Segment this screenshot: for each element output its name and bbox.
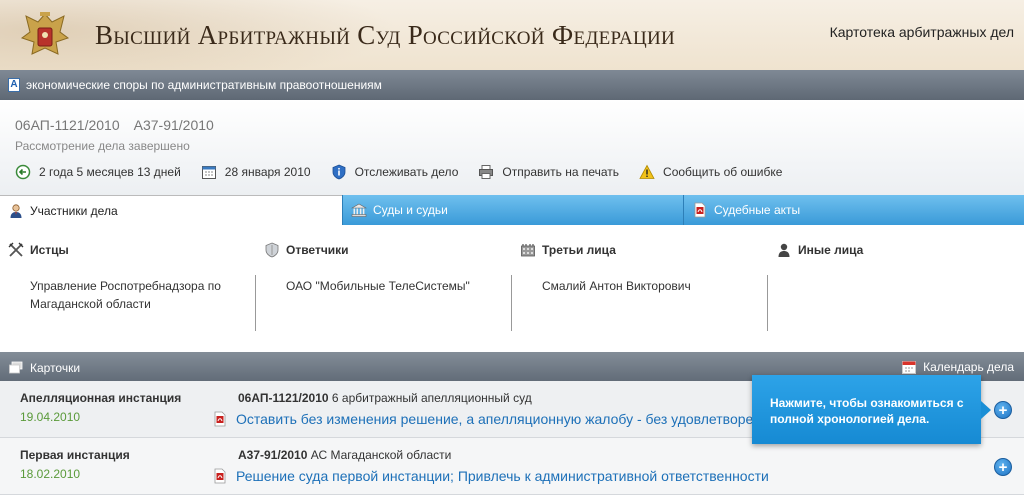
cards-title-text: Карточки xyxy=(30,361,81,375)
report-error-label: Сообщить об ошибке xyxy=(663,165,783,179)
case-tabs: Участники дела Суды и судьи Судебные акт… xyxy=(0,195,1024,225)
instance-date: 19.04.2010 xyxy=(20,410,81,424)
instance-card-first[interactable]: Первая инстанция 18.02.2010 А37-91/2010 … xyxy=(0,438,1024,495)
case-numbers: 06АП-1121/2010 А37-91/2010 xyxy=(15,117,214,133)
cards-title: Карточки xyxy=(8,360,80,376)
third-party-item[interactable]: Смалий Антон Викторович xyxy=(542,277,742,295)
tab-judicial-acts[interactable]: Судебные акты xyxy=(683,195,1024,225)
shield-icon xyxy=(264,242,280,258)
pdf-icon xyxy=(692,202,708,218)
pdf-icon xyxy=(212,411,228,427)
participants-other: Иные лица xyxy=(768,225,1024,352)
printer-icon xyxy=(478,164,494,180)
third-parties-heading-text: Третьи лица xyxy=(542,243,616,257)
print-label: Отправить на печать xyxy=(502,165,620,179)
chronology-tooltip: Нажмите, чтобы ознакомиться с полной хро… xyxy=(752,375,991,444)
building-icon xyxy=(520,242,536,258)
plaintiffs-heading-text: Истцы xyxy=(30,243,69,257)
expand-chronology-button[interactable]: + xyxy=(994,458,1012,476)
defendants-heading: Ответчики xyxy=(264,242,349,258)
instance-name: Первая инстанция xyxy=(20,448,130,462)
case-date-label: 28 января 2010 xyxy=(224,165,311,179)
participants-plaintiffs: Истцы Управление Роспотребнадзора по Маг… xyxy=(0,225,256,352)
instance-case-number: А37-91/2010 xyxy=(238,448,308,462)
print-button[interactable]: Отправить на печать xyxy=(478,164,619,180)
case-duration-label: 2 года 5 месяцев 13 дней xyxy=(39,165,181,179)
courthouse-icon xyxy=(351,202,367,218)
calendar-icon xyxy=(201,164,217,180)
instance-date: 18.02.2010 xyxy=(20,467,81,481)
case-info-panel: 06АП-1121/2010 А37-91/2010 Рассмотрение д… xyxy=(0,100,1024,196)
tab-judicial-acts-label: Судебные акты xyxy=(714,203,801,217)
site-header: Высший Арбитражный Суд Российской Федера… xyxy=(0,0,1024,70)
instance-document-link[interactable]: Решение суда первой инстанции; Привлечь … xyxy=(212,468,769,484)
instance-court: АС Магаданской области xyxy=(310,448,452,462)
other-parties-heading: Иные лица xyxy=(776,242,863,258)
track-case-button[interactable]: Отслеживать дело xyxy=(331,164,459,180)
case-registration-date: 28 января 2010 xyxy=(201,164,311,180)
defendant-item[interactable]: ОАО "Мобильные ТелеСистемы" xyxy=(286,277,486,295)
tooltip-text: Нажмите, чтобы ознакомиться с полной хро… xyxy=(770,396,964,426)
other-parties-heading-text: Иные лица xyxy=(798,243,864,257)
dispute-category-bar: A экономические споры по административны… xyxy=(0,70,1024,100)
case-calendar-label: Календарь дела xyxy=(923,360,1014,374)
tab-courts-judges[interactable]: Суды и судьи xyxy=(342,195,683,225)
cards-stack-icon xyxy=(8,360,24,376)
defendants-heading-text: Ответчики xyxy=(286,243,349,257)
instance-court: 6 арбитражный апелляционный суд xyxy=(331,391,532,405)
tab-participants-label: Участники дела xyxy=(30,203,118,218)
case-actions-toolbar: 2 года 5 месяцев 13 дней 28 января 2010 … xyxy=(15,163,802,181)
person-silhouette-icon xyxy=(776,242,792,258)
track-case-label: Отслеживать дело xyxy=(354,165,459,179)
tooltip-arrow xyxy=(981,401,991,419)
plaintiff-item[interactable]: Управление Роспотребнадзора по Магаданск… xyxy=(30,277,230,313)
case-file-link[interactable]: Картотека арбитражных дел xyxy=(830,24,1014,40)
instance-document-text: Решение суда первой инстанции; Привлечь … xyxy=(236,468,769,484)
pdf-icon xyxy=(212,468,228,484)
instance-document-link[interactable]: Оставить без изменения решение, а апелля… xyxy=(212,411,776,427)
case-duration: 2 года 5 месяцев 13 дней xyxy=(15,164,181,180)
case-calendar-link[interactable]: Календарь дела xyxy=(901,359,1014,375)
report-error-button[interactable]: Сообщить об ошибке xyxy=(639,164,782,180)
warning-icon xyxy=(639,164,655,180)
instance-name: Апелляционная инстанция xyxy=(20,391,182,405)
duration-arrow-icon xyxy=(15,164,31,180)
third-parties-heading: Третьи лица xyxy=(520,242,616,258)
court-title: Высший Арбитражный Суд Российской Федера… xyxy=(95,20,676,50)
case-number-first: А37-91/2010 xyxy=(133,117,214,133)
participants-defendants: Ответчики ОАО "Мобильные ТелеСистемы" xyxy=(256,225,512,352)
instance-case-info: 06АП-1121/2010 6 арбитражный апелляционн… xyxy=(238,391,532,405)
person-icon xyxy=(8,203,24,219)
case-status: Рассмотрение дела завершено xyxy=(15,139,190,153)
calendar-icon xyxy=(901,359,917,375)
instance-document-text: Оставить без изменения решение, а апелля… xyxy=(236,411,777,427)
letter-a-icon: A xyxy=(8,78,20,92)
participants-panel: Истцы Управление Роспотребнадзора по Маг… xyxy=(0,225,1024,352)
crossed-swords-icon xyxy=(8,242,24,258)
instance-case-info: А37-91/2010 АС Магаданской области xyxy=(238,448,451,462)
plaintiffs-heading: Истцы xyxy=(8,242,69,258)
shield-info-icon xyxy=(331,164,347,180)
tab-courts-judges-label: Суды и судьи xyxy=(373,203,448,217)
coat-of-arms-icon xyxy=(20,12,70,55)
expand-chronology-button[interactable]: + xyxy=(994,401,1012,419)
instance-case-number: 06АП-1121/2010 xyxy=(238,391,329,405)
participants-third-parties: Третьи лица Смалий Антон Викторович xyxy=(512,225,768,352)
tab-participants[interactable]: Участники дела xyxy=(0,195,342,225)
dispute-category-text: экономические споры по административным … xyxy=(26,78,382,92)
case-number-appeal: 06АП-1121/2010 xyxy=(15,117,120,133)
